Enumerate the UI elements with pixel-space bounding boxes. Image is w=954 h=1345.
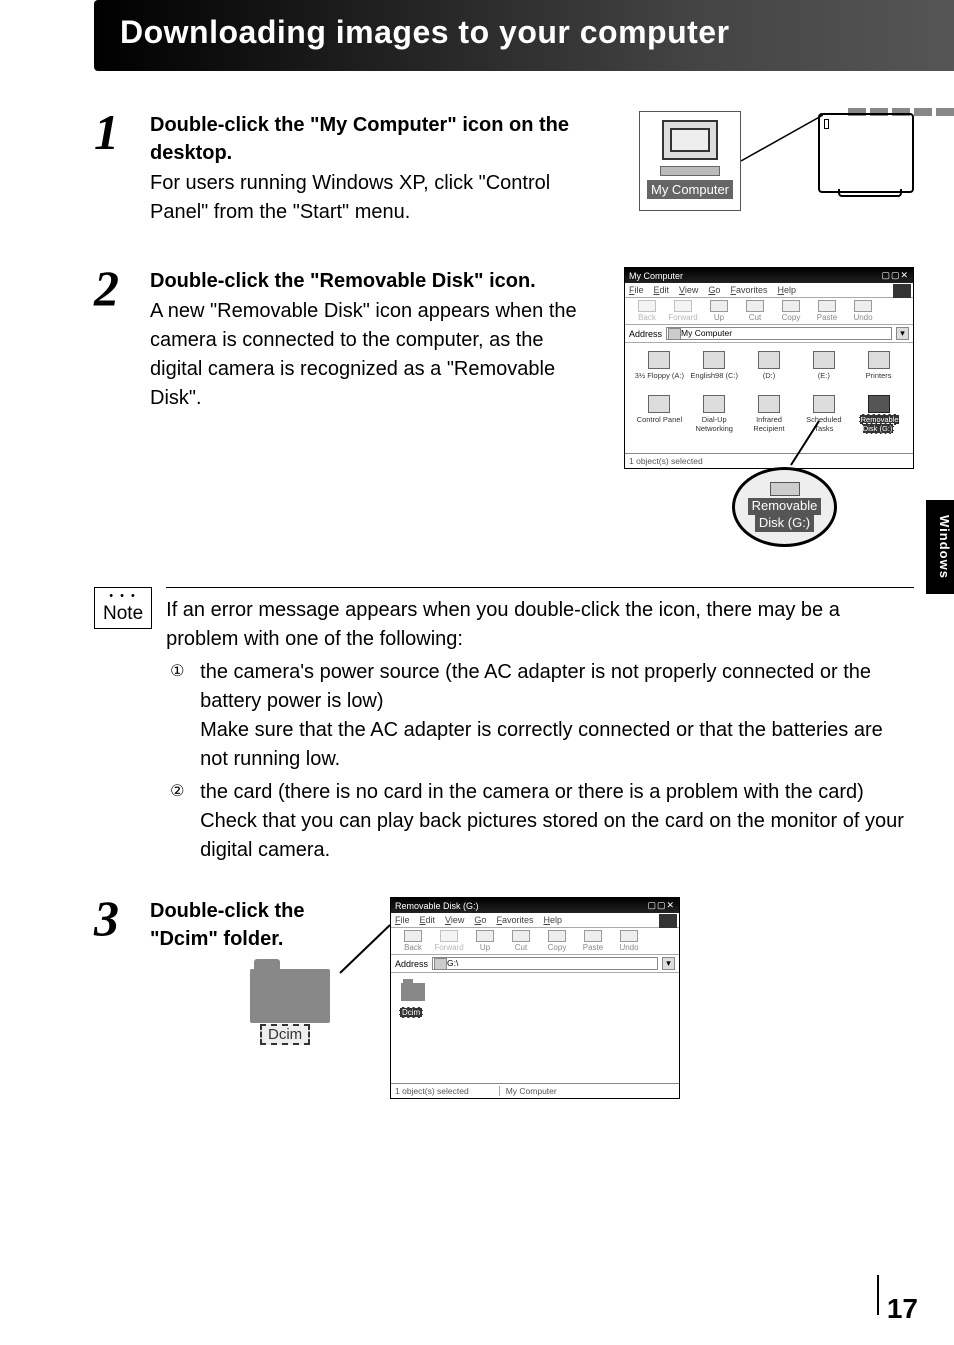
step-2-instruction: Double-click the "Removable Disk" icon. (150, 267, 596, 295)
status-bar: 1 object(s) selected (625, 453, 913, 468)
step-1: 1 Double-click the "My Computer" icon on… (94, 111, 914, 227)
step-1-instruction: Double-click the "My Computer" icon on t… (150, 111, 611, 167)
status-bar: 1 object(s) selected My Computer (391, 1083, 679, 1098)
step-number: 3 (94, 897, 130, 940)
window-titlebar: Removable Disk (G:)▢▢✕ (391, 898, 679, 913)
removable-disk-callout: Removable Disk (G:) (624, 467, 914, 547)
dcim-folder-callout: Dcim (250, 969, 330, 1023)
step-3: 3 Double-click the "Dcim" folder. Dcim R… (94, 897, 914, 1099)
monitor-illustration (818, 113, 914, 193)
folder-label: Dcim (260, 1024, 310, 1045)
page-title: Downloading images to your computer (120, 14, 928, 51)
removable-disk-icon: Removable Disk (G:) (852, 395, 905, 442)
note-intro: If an error message appears when you dou… (166, 596, 914, 654)
page-number: 17 (887, 1293, 918, 1325)
address-bar: Address My Computer ▾ (625, 325, 913, 343)
step-number: 2 (94, 267, 130, 310)
windows-logo-icon (659, 914, 677, 928)
icon-label: My Computer (647, 180, 733, 199)
address-bar: Address G:\ ▾ (391, 955, 679, 973)
window-titlebar: My Computer▢▢✕ (625, 268, 913, 283)
window-menubar: File Edit View Go Favorites Help (391, 913, 679, 928)
dcim-folder-icon (401, 983, 425, 1001)
windows-logo-icon (893, 284, 911, 298)
note-section: Note If an error message appears when yo… (94, 587, 954, 869)
page-header-bar: Downloading images to your computer (94, 0, 954, 71)
window-removable-disk: Removable Disk (G:)▢▢✕ File Edit View Go… (390, 897, 680, 1099)
figure-my-computer-icon: My Computer (639, 111, 914, 211)
folder-icon (250, 969, 330, 1023)
window-my-computer: My Computer▢▢✕ File Edit View Go Favorit… (624, 267, 914, 469)
note-item-2: ② the card (there is no card in the came… (166, 778, 914, 865)
callout-bubble: Removable Disk (G:) (732, 467, 837, 547)
window-menubar: File Edit View Go Favorites Help (625, 283, 913, 298)
step-2-text: A new "Removable Disk" icon appears when… (150, 297, 596, 413)
figure-my-computer-window: My Computer▢▢✕ File Edit View Go Favorit… (624, 267, 914, 547)
side-tab-windows: Windows (926, 500, 954, 594)
window-toolbar: Back Forward Up Cut Copy Paste Undo (391, 928, 679, 955)
step-1-text: For users running Windows XP, click "Con… (150, 169, 611, 227)
callout-line (741, 113, 823, 163)
step-2: 2 Double-click the "Removable Disk" icon… (94, 267, 914, 547)
drive-icon (770, 482, 800, 496)
note-item-1: ① the camera's power source (the AC adap… (166, 658, 914, 774)
window-toolbar: Back Forward Up Cut Copy Paste Undo (625, 298, 913, 325)
step-number: 1 (94, 111, 130, 154)
window-icon-grid: 3½ Floppy (A:) English98 (C:) (D:) (E:) … (625, 343, 913, 453)
computer-icon (662, 120, 718, 160)
step-3-instruction: Double-click the "Dcim" folder. (150, 897, 350, 953)
note-label-box: Note (94, 587, 152, 629)
